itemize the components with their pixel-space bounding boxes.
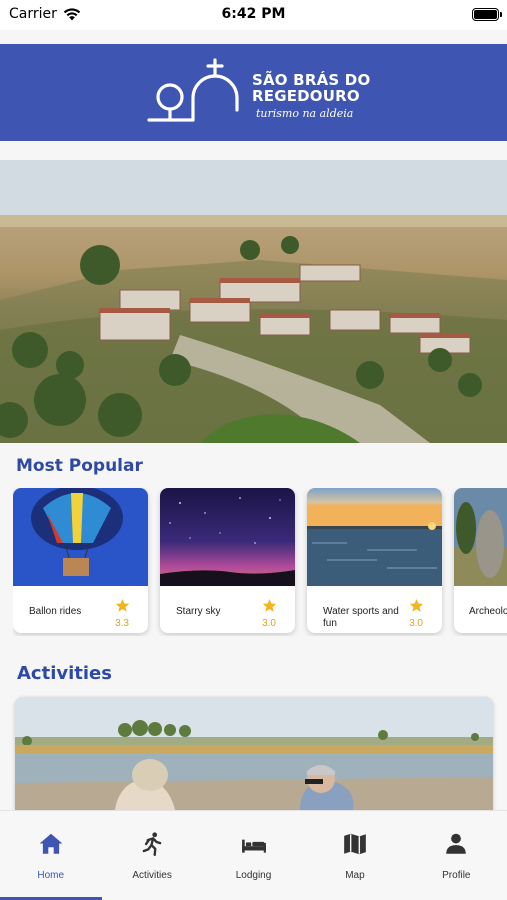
starry-sky-image <box>160 488 295 586</box>
card-title: Starry sky <box>176 606 221 617</box>
village-aerial-image <box>0 160 507 443</box>
map-icon <box>344 833 366 855</box>
star-icon <box>262 598 277 612</box>
bed-icon <box>241 839 266 853</box>
tab-label: Profile <box>442 870 471 881</box>
star-icon <box>115 598 130 612</box>
popular-carousel[interactable]: Ballon rides 3.3 Starry sky 3.0 Water sp… <box>13 488 507 636</box>
card-rating: 3.0 <box>409 618 423 629</box>
brand-header: SÃO BRÁS DO REGEDOURO turismo na aldeia <box>0 44 507 141</box>
status-bar: Carrier 6:42 PM <box>0 0 507 30</box>
tab-profile[interactable]: Profile <box>406 811 507 900</box>
tab-lodging[interactable]: Lodging <box>203 811 304 900</box>
popular-card-water-sports[interactable]: Water sports and fun 3.0 <box>307 488 442 633</box>
home-icon <box>39 833 63 854</box>
card-title: Water sports and fun <box>323 606 399 629</box>
most-popular-heading: Most Popular <box>16 456 143 476</box>
tab-label: Map <box>345 870 365 881</box>
running-person-icon <box>142 832 162 857</box>
card-rating: 3.3 <box>115 618 129 629</box>
tab-home[interactable]: Home <box>0 811 102 900</box>
brand-wordmark: SÃO BRÁS DO REGEDOURO turismo na aldeia <box>252 72 370 120</box>
person-icon <box>446 833 467 854</box>
lake-sunset-image <box>307 488 442 586</box>
activities-heading: Activities <box>17 663 112 684</box>
standing-stones-image <box>454 488 507 586</box>
status-time: 6:42 PM <box>221 6 286 22</box>
activity-card[interactable] <box>15 697 493 810</box>
app-screen: Carrier 6:42 PM SÃO BRÁS DO REGEDOURO tu… <box>0 0 507 900</box>
popular-card-starry-sky[interactable]: Starry sky 3.0 <box>160 488 295 633</box>
lake-people-image <box>15 697 493 810</box>
tab-activities[interactable]: Activities <box>101 811 202 900</box>
brand-line-2: REGEDOURO <box>252 87 360 105</box>
brand-line-1: SÃO BRÁS DO <box>252 71 371 89</box>
bottom-tab-bar: Home Activities Lodging Map Profile <box>0 810 507 900</box>
tab-label: Home <box>37 870 65 881</box>
balloon-image <box>13 488 148 586</box>
card-title: Ballon rides <box>29 606 82 617</box>
brand-subtitle: turismo na aldeia <box>256 107 354 120</box>
tab-label: Lodging <box>235 870 272 881</box>
card-rating: 3.0 <box>262 618 276 629</box>
chapel-logo-icon <box>147 58 239 122</box>
star-icon <box>409 598 424 612</box>
popular-card-balloon[interactable]: Ballon rides 3.3 <box>13 488 148 633</box>
popular-card-archeology[interactable]: Archeolo <box>454 488 507 633</box>
tab-map[interactable]: Map <box>304 811 405 900</box>
battery-icon <box>472 8 502 21</box>
tab-label: Activities <box>132 870 172 881</box>
card-title: Archeolo <box>469 606 507 617</box>
hero-village-photo <box>0 160 507 443</box>
